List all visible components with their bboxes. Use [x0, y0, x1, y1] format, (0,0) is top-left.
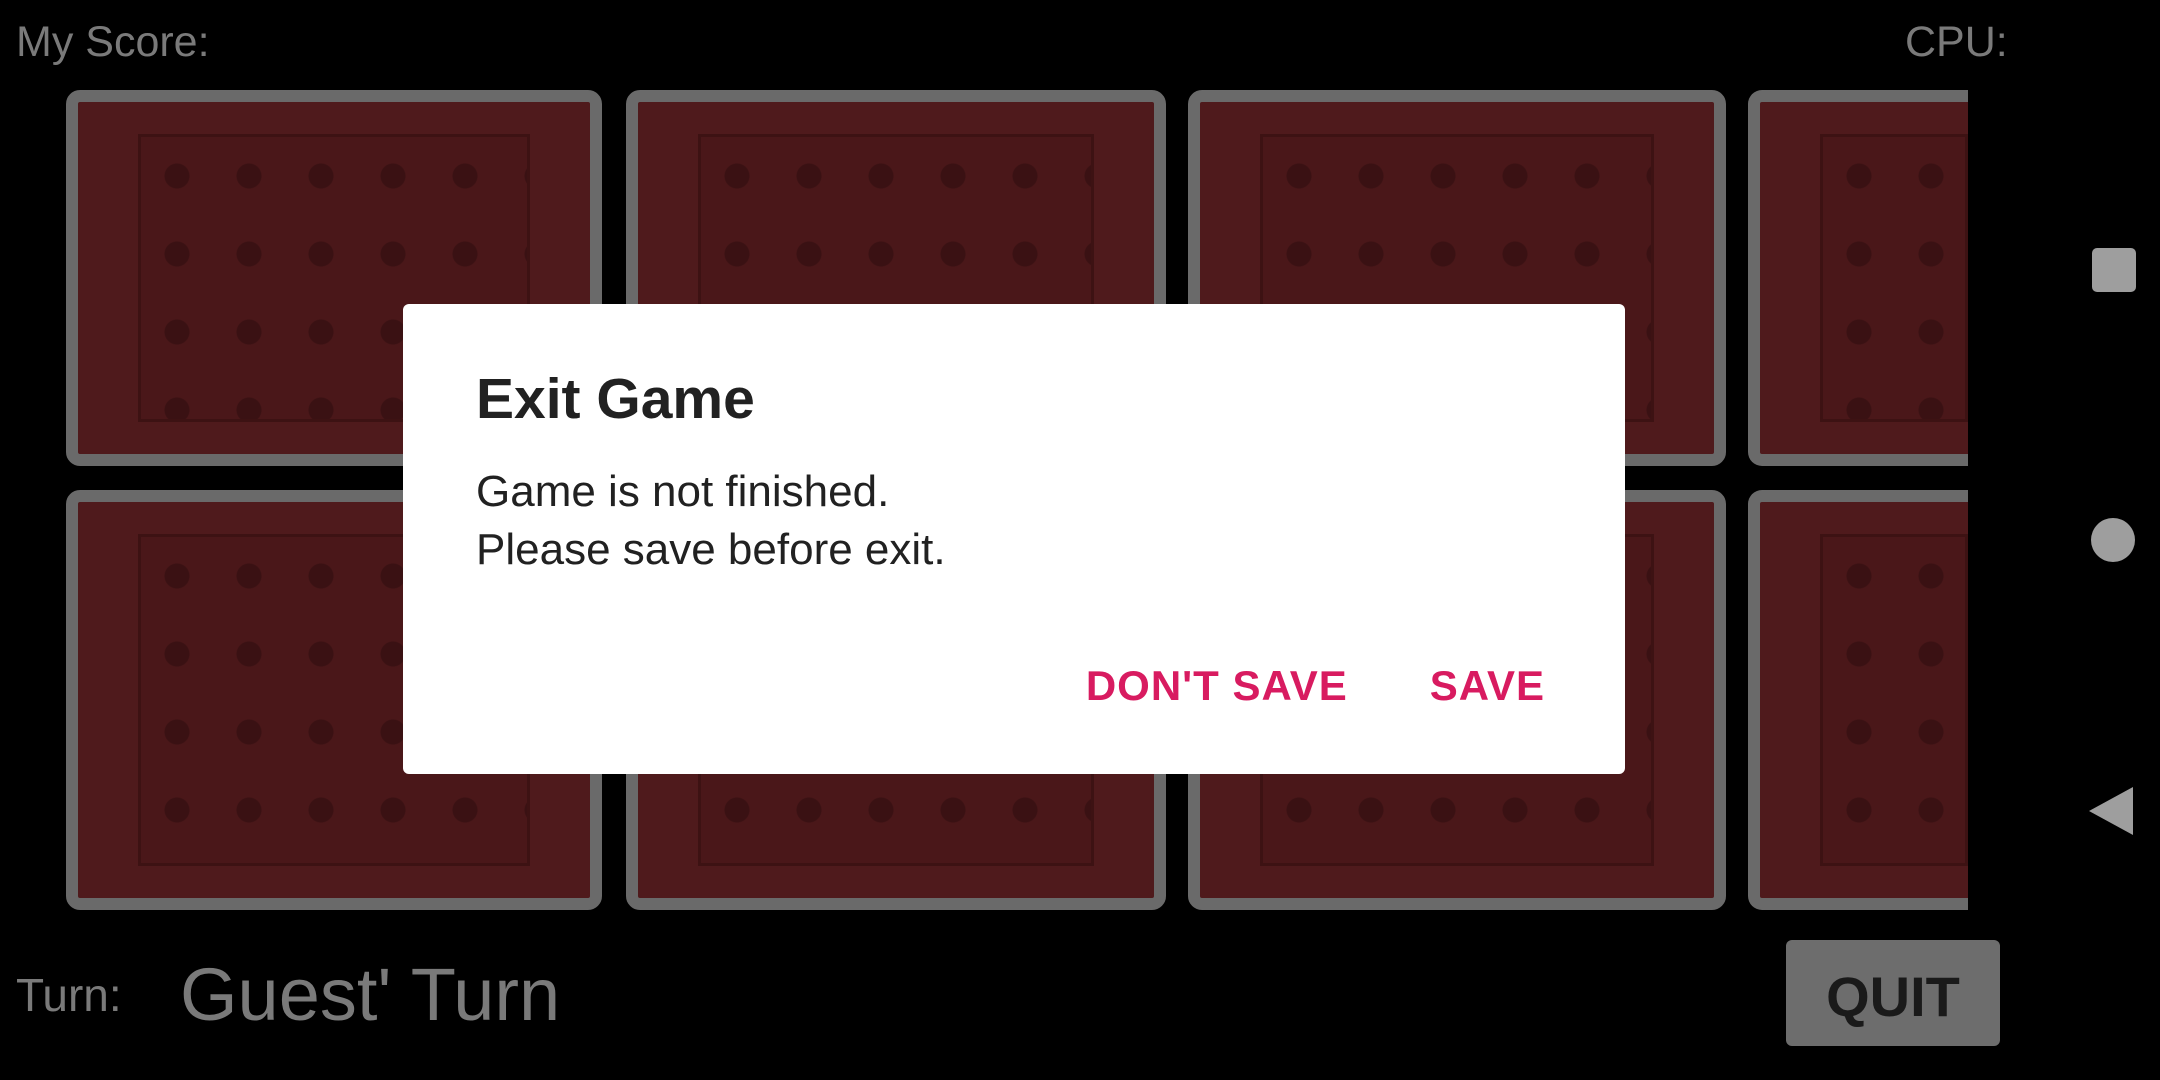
- save-button[interactable]: SAVE: [1430, 662, 1545, 710]
- dialog-title: Exit Game: [476, 367, 755, 431]
- back-icon[interactable]: [2089, 787, 2133, 835]
- dialog-actions: DON'T SAVE SAVE: [1086, 662, 1545, 710]
- dont-save-button[interactable]: DON'T SAVE: [1086, 662, 1348, 710]
- home-icon[interactable]: [2091, 518, 2135, 562]
- system-navigation-bar: [2044, 0, 2160, 1080]
- recents-icon[interactable]: [2092, 248, 2136, 292]
- exit-game-dialog: Exit Game Game is not finished. Please s…: [403, 304, 1625, 774]
- dialog-message: Game is not finished. Please save before…: [476, 466, 946, 574]
